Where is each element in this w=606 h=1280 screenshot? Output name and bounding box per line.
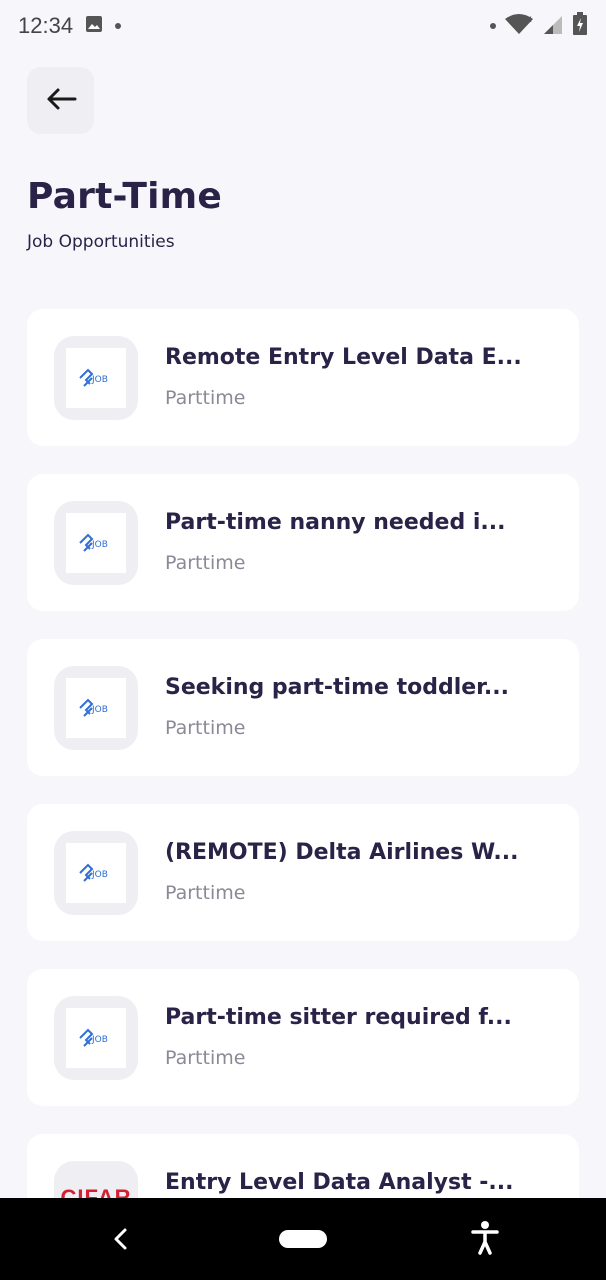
battery-icon	[572, 11, 588, 41]
job-title: (REMOTE) Delta Airlines W...	[165, 840, 519, 865]
svg-text:JOB: JOB	[91, 870, 108, 880]
job-card[interactable]: JOB Seeking part-time toddler... Parttim…	[27, 639, 579, 776]
job-title: Part-time sitter required f...	[165, 1005, 512, 1030]
job-logo-icon: JOB	[66, 678, 126, 738]
job-logo-icon: JOB	[66, 513, 126, 573]
back-button[interactable]	[27, 67, 94, 134]
arrow-left-icon	[45, 87, 77, 115]
job-type: Parttime	[165, 1047, 246, 1069]
status-dot-icon	[490, 23, 496, 29]
job-card[interactable]: JOB Part-time sitter required f... Partt…	[27, 969, 579, 1106]
job-title: Seeking part-time toddler...	[165, 675, 509, 700]
svg-text:JOB: JOB	[91, 1035, 108, 1045]
job-logo-icon: JOB	[66, 843, 126, 903]
job-logo-icon: JOB	[66, 348, 126, 408]
job-list: JOB Remote Entry Level Data E... Parttim…	[27, 309, 579, 1280]
wifi-icon: x	[504, 13, 534, 40]
signal-icon	[542, 13, 564, 40]
job-card[interactable]: JOB Part-time nanny needed i... Parttime	[27, 474, 579, 611]
job-type: Parttime	[165, 717, 246, 739]
company-logo-box: JOB	[54, 501, 138, 585]
job-type: Parttime	[165, 387, 246, 409]
company-logo-box: JOB	[54, 336, 138, 420]
job-card[interactable]: JOB Remote Entry Level Data E... Parttim…	[27, 309, 579, 446]
accessibility-icon[interactable]	[470, 1220, 500, 1260]
job-title: Remote Entry Level Data E...	[165, 345, 522, 370]
svg-text:JOB: JOB	[91, 375, 108, 385]
job-type: Parttime	[165, 552, 246, 574]
navigation-bar	[0, 1198, 606, 1280]
page-subtitle: Job Opportunities	[27, 232, 175, 252]
page-title: Part-Time	[27, 176, 222, 217]
notification-dot-icon	[115, 23, 122, 29]
company-logo-box: JOB	[54, 831, 138, 915]
company-logo-box: JOB	[54, 666, 138, 750]
nav-home-button[interactable]	[279, 1230, 327, 1248]
job-type: Parttime	[165, 882, 246, 904]
svg-text:JOB: JOB	[91, 540, 108, 550]
nav-back-icon[interactable]	[108, 1224, 132, 1258]
job-title: Entry Level Data Analyst -...	[165, 1170, 514, 1195]
gallery-notification-icon	[85, 14, 103, 38]
svg-text:JOB: JOB	[91, 705, 108, 715]
job-logo-icon: JOB	[66, 1008, 126, 1068]
status-bar: 12:34 x	[0, 0, 606, 52]
status-time: 12:34	[18, 13, 74, 38]
company-logo-box: JOB	[54, 996, 138, 1080]
job-title: Part-time nanny needed i...	[165, 510, 506, 535]
svg-text:x: x	[526, 14, 532, 25]
job-card[interactable]: JOB (REMOTE) Delta Airlines W... Parttim…	[27, 804, 579, 941]
